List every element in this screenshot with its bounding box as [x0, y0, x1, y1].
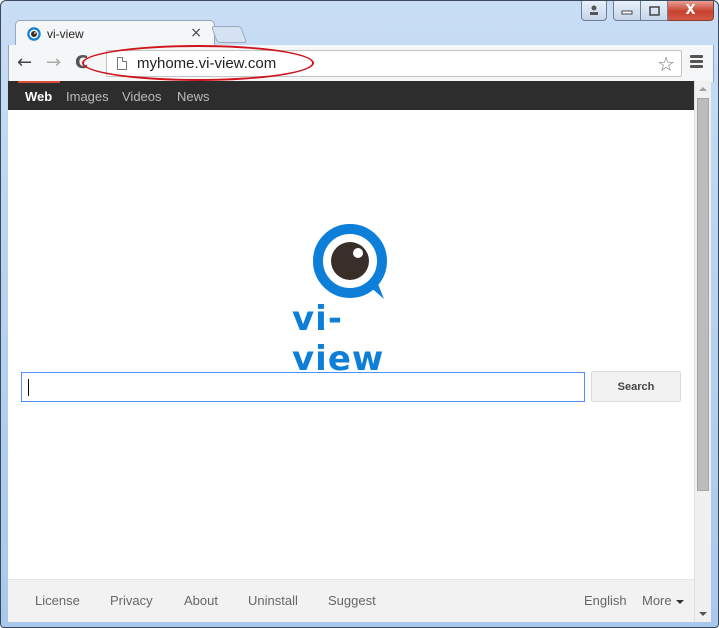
profile-button[interactable]	[581, 1, 607, 21]
footer-privacy-link[interactable]: Privacy	[110, 593, 153, 608]
search-input[interactable]	[21, 372, 585, 402]
top-navigation: Web Images Videos News	[8, 81, 694, 110]
more-label: More	[642, 593, 672, 608]
minimize-button[interactable]	[613, 1, 641, 21]
profile-icon	[590, 5, 598, 15]
footer-license-link[interactable]: License	[35, 593, 80, 608]
new-tab-button[interactable]	[210, 26, 248, 43]
reload-icon[interactable]: C	[75, 53, 88, 73]
scroll-down-arrow-icon[interactable]	[699, 612, 707, 616]
footer-about-link[interactable]: About	[184, 593, 218, 608]
footer-language-link[interactable]: English	[584, 593, 627, 608]
footer-suggest-link[interactable]: Suggest	[328, 593, 376, 608]
maximize-button[interactable]	[641, 1, 668, 21]
close-icon: X	[685, 3, 696, 18]
chrome-menu-icon[interactable]	[690, 55, 703, 70]
nav-news[interactable]: News	[177, 89, 210, 104]
back-arrow-icon[interactable]: ←	[17, 53, 32, 73]
tab-vi-view[interactable]: vi-view ×	[15, 20, 215, 46]
close-window-button[interactable]: X	[668, 1, 714, 21]
vertical-scrollbar[interactable]	[694, 81, 711, 622]
scroll-up-arrow-icon[interactable]	[699, 87, 707, 91]
maximize-icon	[648, 5, 660, 16]
nav-videos[interactable]: Videos	[122, 89, 162, 104]
text-caret	[28, 379, 29, 396]
page-icon	[117, 57, 127, 70]
footer-more-menu[interactable]: More	[642, 593, 684, 608]
address-bar[interactable]: myhome.vi-view.com ☆	[106, 50, 682, 77]
scrollbar-thumb[interactable]	[697, 98, 709, 491]
search-button[interactable]: Search	[591, 371, 681, 402]
minimize-icon	[621, 10, 633, 14]
tab-title: vi-view	[47, 26, 84, 41]
browser-toolbar: ← → C myhome.vi-view.com ☆	[8, 45, 714, 82]
footer: License Privacy About Uninstall Suggest …	[8, 579, 694, 622]
logo-text: vi-view	[292, 299, 385, 379]
footer-uninstall-link[interactable]: Uninstall	[248, 593, 298, 608]
nav-images[interactable]: Images	[66, 89, 109, 104]
eye-bubble-icon	[313, 224, 387, 299]
bookmark-star-icon[interactable]: ☆	[657, 52, 675, 76]
nav-web[interactable]: Web	[25, 89, 52, 104]
forward-arrow-icon[interactable]: →	[46, 53, 61, 73]
vi-view-favicon	[27, 26, 41, 41]
vi-view-logo: vi-view	[288, 221, 428, 379]
url-text[interactable]: myhome.vi-view.com	[137, 55, 276, 72]
active-tab-indicator	[18, 81, 60, 83]
dropdown-caret-icon	[675, 599, 684, 604]
page-viewport: Web Images Videos News vi-view Search Li…	[8, 81, 694, 622]
tab-close-icon[interactable]: ×	[190, 25, 202, 41]
